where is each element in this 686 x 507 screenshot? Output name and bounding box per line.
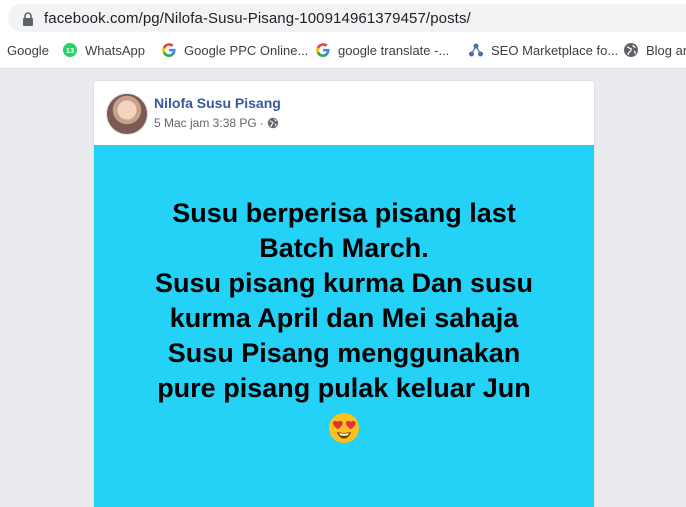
post-text-line: pure pisang pulak keluar Jun xyxy=(157,373,531,403)
bookmark-label: google translate -... xyxy=(338,42,450,58)
bookmarks-bar: Google 13 WhatsApp Google PPC Online... xyxy=(0,36,686,62)
globe-icon[interactable] xyxy=(267,117,279,129)
whatsapp-icon: 13 xyxy=(63,43,77,57)
post-text-line: kurma April dan Mei sahaja xyxy=(169,303,519,333)
bookmark-google-ppc[interactable]: Google PPC Online... xyxy=(161,40,308,60)
post-text-line: Batch March. xyxy=(259,233,429,263)
bookmark-label: WhatsApp xyxy=(85,42,145,58)
page-name-link[interactable]: Nilofa Susu Pisang xyxy=(154,95,281,111)
post-text-line: Susu pisang kurma Dan susu xyxy=(154,268,534,298)
heart-eyes-emoji-icon xyxy=(329,413,359,443)
globe-icon xyxy=(624,43,638,57)
post-text-line: Susu berperisa pisang last xyxy=(172,198,516,228)
network-icon xyxy=(469,43,483,57)
bookmark-label: Google xyxy=(7,42,49,58)
meta-separator: · xyxy=(259,116,264,130)
post-text-line: Susu Pisang menggunakan xyxy=(167,338,521,368)
post-image[interactable]: Susu berperisa pisang last Batch March. … xyxy=(94,145,594,507)
bookmark-whatsapp[interactable]: 13 WhatsApp xyxy=(62,40,145,60)
bookmark-label: SEO Marketplace fo... xyxy=(491,42,619,58)
bookmark-google[interactable]: Google xyxy=(7,40,49,60)
lock-icon xyxy=(23,12,33,26)
bookmark-label: Blog an xyxy=(646,42,686,58)
post-meta: 5 Mac jam 3:38 PG · xyxy=(154,116,279,130)
svg-text:13: 13 xyxy=(66,46,74,55)
bookmark-label: Google PPC Online... xyxy=(184,42,309,58)
post-image-text: Susu berperisa pisang last Batch March. … xyxy=(94,196,594,406)
google-icon xyxy=(316,43,330,57)
post-timestamp[interactable]: 5 Mac jam 3:38 PG xyxy=(154,116,257,130)
bookmark-blog[interactable]: Blog an xyxy=(623,40,686,60)
google-icon xyxy=(162,43,176,57)
url-text[interactable]: facebook.com/pg/Nilofa-Susu-Pisang-10091… xyxy=(44,10,471,27)
address-bar[interactable]: facebook.com/pg/Nilofa-Susu-Pisang-10091… xyxy=(8,4,686,32)
post-card: Nilofa Susu Pisang 5 Mac jam 3:38 PG · S… xyxy=(93,80,595,507)
bookmark-seo-marketplace[interactable]: SEO Marketplace fo... xyxy=(468,40,618,60)
avatar[interactable] xyxy=(106,93,148,135)
bookmark-google-translate[interactable]: google translate -... xyxy=(315,40,449,60)
browser-chrome: facebook.com/pg/Nilofa-Susu-Pisang-10091… xyxy=(0,0,686,69)
